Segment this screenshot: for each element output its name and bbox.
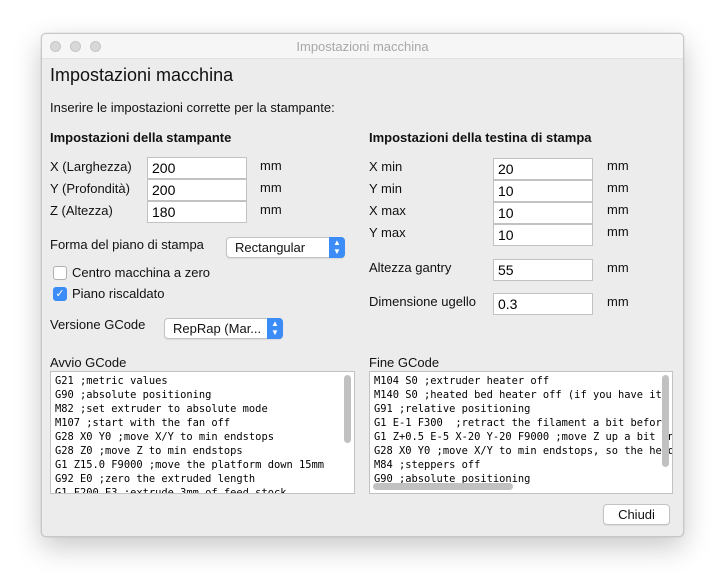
start-gcode-line: G90 ;absolute positioning bbox=[55, 389, 212, 401]
window-title: Impostazioni macchina bbox=[296, 39, 429, 54]
heated-bed-checkbox[interactable]: ✓ bbox=[53, 287, 67, 301]
x-width-label: X (Larghezza) bbox=[50, 159, 132, 174]
center-zero-label: Centro macchina a zero bbox=[72, 265, 211, 280]
x-width-unit: mm bbox=[260, 158, 282, 173]
start-gcode-line: M107 ;start with the fan off bbox=[55, 417, 231, 429]
start-gcode-line: G28 Z0 ;move Z to min endstops bbox=[55, 445, 243, 457]
y-depth-field[interactable]: 200 bbox=[147, 179, 247, 201]
end-gcode-line: G28 X0 Y0 ;move X/Y to min endstops, so … bbox=[374, 445, 673, 457]
z-height-label: Z (Altezza) bbox=[50, 203, 113, 218]
end-gcode-line: G1 E-1 F300 ;retract the filament a bit … bbox=[374, 417, 669, 429]
nozzle-size-field[interactable]: 0.3 bbox=[493, 293, 593, 315]
start-gcode-line: G92 E0 ;zero the extruded length bbox=[55, 473, 256, 485]
ymin-field[interactable]: 10 bbox=[493, 180, 593, 202]
xmin-label: X min bbox=[369, 159, 403, 174]
start-gcode-line: M82 ;set extruder to absolute mode bbox=[55, 403, 268, 415]
end-gcode-label: Fine GCode bbox=[369, 355, 440, 370]
machine-settings-window: Impostazioni macchina Impostazioni macch… bbox=[41, 33, 684, 537]
x-width-field[interactable]: 200 bbox=[147, 157, 247, 179]
nozzle-size-unit: mm bbox=[607, 294, 629, 309]
start-gcode-line: G1 Z15.0 F9000 ;move the platform down 1… bbox=[55, 459, 324, 471]
ymax-unit: mm bbox=[607, 224, 629, 239]
ymin-unit: mm bbox=[607, 180, 629, 195]
close-button[interactable]: Chiudi bbox=[603, 504, 670, 525]
end-gcode-line: M84 ;steppers off bbox=[374, 459, 481, 471]
title-bar[interactable]: Impostazioni macchina bbox=[42, 34, 683, 59]
ymin-label: Y min bbox=[369, 181, 402, 196]
gcode-flavor-value: RepRap (Mar... bbox=[173, 321, 262, 336]
checkmark-icon: ✓ bbox=[55, 288, 65, 300]
start-gcode-line: G28 X0 Y0 ;move X/Y to min endstops bbox=[55, 431, 274, 443]
heated-bed-label: Piano riscaldato bbox=[72, 286, 165, 301]
z-height-unit: mm bbox=[260, 202, 282, 217]
printhead-settings-title: Impostazioni della testina di stampa bbox=[369, 130, 592, 145]
bed-shape-value: Rectangular bbox=[235, 240, 306, 255]
y-depth-label: Y (Profondità) bbox=[50, 181, 130, 196]
end-gcode-line: M140 S0 ;heated bed heater off (if you h… bbox=[374, 389, 669, 401]
ymax-field[interactable]: 10 bbox=[493, 224, 593, 246]
start-gcode-editor[interactable]: G1 F200 E3 ;extrude 3mm of feed stock G92… bbox=[50, 371, 355, 494]
xmax-label: X max bbox=[369, 203, 406, 218]
nozzle-size-label: Dimensione ugello bbox=[369, 294, 476, 309]
center-zero-checkbox[interactable] bbox=[53, 266, 67, 280]
page-title: Impostazioni macchina bbox=[50, 65, 234, 85]
xmax-field[interactable]: 10 bbox=[493, 202, 593, 224]
end-gcode-editor[interactable]: G90 ;absolute positioning M84 ;steppers o… bbox=[369, 371, 673, 494]
xmax-unit: mm bbox=[607, 202, 629, 217]
start-gcode-label: Avvio GCode bbox=[50, 355, 127, 370]
xmin-unit: mm bbox=[607, 158, 629, 173]
bed-shape-select[interactable]: Rectangular ▲ ▼ bbox=[226, 237, 345, 258]
end-gcode-line: M104 S0 ;extruder heater off bbox=[374, 375, 550, 387]
ymax-label: Y max bbox=[369, 225, 406, 240]
gantry-height-field[interactable]: 55 bbox=[493, 259, 593, 281]
start-gcode-line: G21 ;metric values bbox=[55, 375, 168, 387]
gantry-height-unit: mm bbox=[607, 260, 629, 275]
printer-settings-title: Impostazioni della stampante bbox=[50, 130, 232, 145]
end-gcode-vertical-scrollbar[interactable] bbox=[662, 375, 669, 467]
end-gcode-line: G91 ;relative positioning bbox=[374, 403, 531, 415]
y-depth-unit: mm bbox=[260, 180, 282, 195]
start-gcode-line: G1 F200 E3 ;extrude 3mm of feed stock bbox=[55, 487, 287, 494]
bed-shape-label: Forma del piano di stampa bbox=[50, 237, 204, 252]
gantry-height-label: Altezza gantry bbox=[369, 260, 452, 275]
end-gcode-horizontal-scrollbar[interactable] bbox=[373, 483, 513, 490]
xmin-field[interactable]: 20 bbox=[493, 158, 593, 180]
gcode-flavor-label: Versione GCode bbox=[50, 317, 146, 332]
intro-text: Inserire le impostazioni corrette per la… bbox=[50, 100, 335, 115]
chevron-updown-icon: ▲ ▼ bbox=[267, 318, 283, 339]
z-height-field[interactable]: 180 bbox=[147, 201, 247, 223]
start-gcode-scrollbar[interactable] bbox=[344, 375, 351, 443]
chevron-updown-icon: ▲ ▼ bbox=[329, 237, 345, 258]
end-gcode-line: G1 Z+0.5 E-5 X-20 Y-20 F9000 ;move Z up … bbox=[374, 431, 673, 443]
gcode-flavor-select[interactable]: RepRap (Mar... ▲ ▼ bbox=[164, 318, 283, 339]
